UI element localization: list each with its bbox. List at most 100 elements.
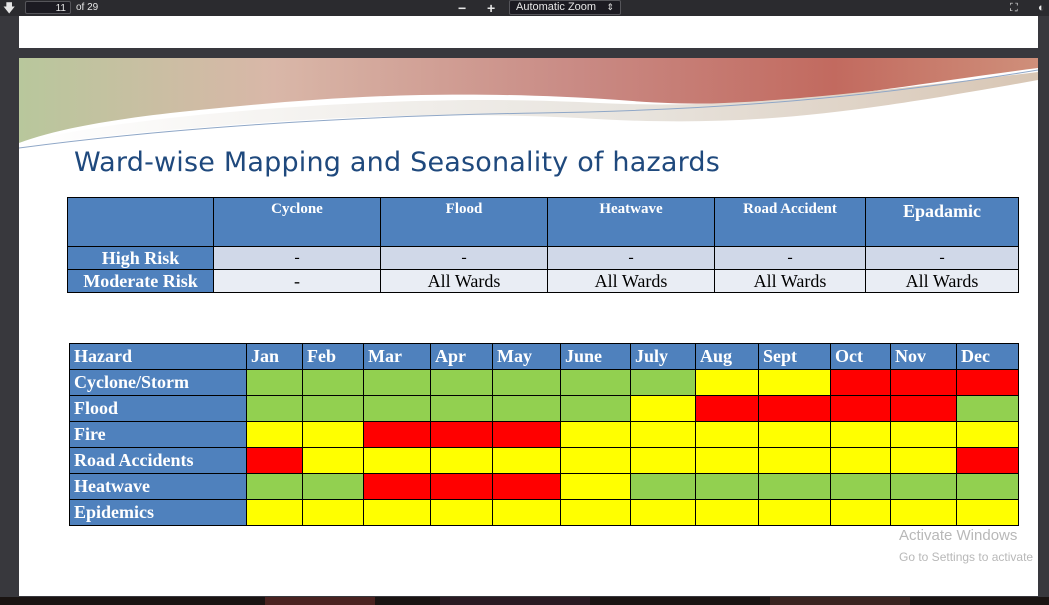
- season-cell: [830, 395, 891, 422]
- season-cell: [630, 395, 696, 422]
- season-cell: [430, 421, 493, 448]
- season-cell: [758, 499, 831, 526]
- seasonality-table: Hazard Jan Feb Mar Apr May June July Aug Sept Oct N…: [69, 343, 1019, 526]
- season-cell: [363, 473, 431, 500]
- risk-table-header-row: Cyclone Flood Heatwave Road Accident Epa…: [67, 197, 1019, 247]
- fullscreen-icon[interactable]: ⛶: [1010, 0, 1018, 16]
- pdf-toolbar: 🡇 11 of 29 − + Automatic Zoom ⇕ ⛶ ◐: [0, 0, 1049, 16]
- season-cell: [430, 395, 493, 422]
- season-cell: [695, 499, 759, 526]
- zoom-in-button[interactable]: +: [487, 0, 495, 16]
- risk-cell: -: [213, 246, 381, 270]
- risk-cell: All Wards: [547, 269, 715, 293]
- season-cell: [695, 395, 759, 422]
- season-cell: [758, 421, 831, 448]
- risk-header-cyclone: Cyclone: [213, 197, 381, 247]
- hazard-name: Cyclone/Storm: [69, 369, 247, 396]
- season-cell: [492, 369, 561, 396]
- hazard-name: Flood: [69, 395, 247, 422]
- season-cell: [302, 499, 364, 526]
- season-cell: [430, 369, 493, 396]
- season-cell: [246, 369, 303, 396]
- season-cell: [890, 395, 957, 422]
- seasonality-header-row: Hazard Jan Feb Mar Apr May June July Aug Sept Oct N…: [69, 343, 1019, 370]
- risk-cell: -: [865, 246, 1019, 270]
- season-cell: [492, 395, 561, 422]
- month-header: May: [492, 343, 561, 370]
- risk-header-flood: Flood: [380, 197, 548, 247]
- season-cell: [630, 473, 696, 500]
- season-cell: [695, 447, 759, 474]
- page-number-input[interactable]: 11: [25, 1, 71, 14]
- month-header: Oct: [830, 343, 891, 370]
- season-cell: [492, 473, 561, 500]
- risk-table-row: High Risk - - - - -: [67, 246, 1019, 270]
- season-cell: [758, 395, 831, 422]
- season-cell: [430, 499, 493, 526]
- season-cell: [560, 395, 631, 422]
- page-gap: [19, 48, 1038, 58]
- risk-row-label: Moderate Risk: [67, 269, 214, 293]
- next-page-strip: [0, 597, 1049, 605]
- risk-cell: -: [380, 246, 548, 270]
- season-cell: [560, 473, 631, 500]
- risk-cell: All Wards: [865, 269, 1019, 293]
- season-cell: [560, 369, 631, 396]
- hazard-column-header: Hazard: [69, 343, 247, 370]
- zoom-select-label: Automatic Zoom: [516, 1, 597, 13]
- risk-cell: -: [213, 269, 381, 293]
- zoom-select[interactable]: Automatic Zoom ⇕: [509, 0, 621, 15]
- season-cell: [956, 473, 1019, 500]
- page-total-label: of 29: [76, 2, 99, 13]
- risk-cell: All Wards: [380, 269, 548, 293]
- season-cell: [560, 447, 631, 474]
- season-cell: [758, 369, 831, 396]
- season-cell: [630, 369, 696, 396]
- hazard-name: Fire: [69, 421, 247, 448]
- tools-icon[interactable]: ◐: [1038, 0, 1045, 16]
- season-cell: [630, 421, 696, 448]
- season-cell: [430, 447, 493, 474]
- season-cell: [560, 499, 631, 526]
- season-cell: [956, 447, 1019, 474]
- season-cell: [363, 395, 431, 422]
- month-header: Aug: [695, 343, 759, 370]
- season-cell: [830, 499, 891, 526]
- slide-page: Ward-wise Mapping and Seasonality of haz…: [19, 58, 1038, 596]
- season-cell: [830, 473, 891, 500]
- table-row: Cyclone/Storm: [69, 369, 1019, 396]
- previous-page-strip: [19, 16, 1038, 48]
- season-cell: [890, 369, 957, 396]
- season-cell: [302, 369, 364, 396]
- season-cell: [302, 395, 364, 422]
- season-cell: [363, 421, 431, 448]
- decorative-wave: [19, 58, 1038, 149]
- season-cell: [246, 499, 303, 526]
- month-header: Dec: [956, 343, 1019, 370]
- season-cell: [246, 421, 303, 448]
- season-cell: [492, 447, 561, 474]
- season-cell: [956, 421, 1019, 448]
- download-arrow-icon[interactable]: 🡇: [3, 0, 15, 16]
- activate-windows-title: Activate Windows: [899, 527, 1018, 544]
- chevron-updown-icon: ⇕: [606, 2, 614, 12]
- season-cell: [695, 473, 759, 500]
- season-cell: [560, 421, 631, 448]
- hazard-name: Road Accidents: [69, 447, 247, 474]
- season-cell: [695, 369, 759, 396]
- season-cell: [830, 421, 891, 448]
- season-cell: [890, 499, 957, 526]
- table-row: Epidemics: [69, 499, 1019, 526]
- season-cell: [492, 421, 561, 448]
- hazard-name: Epidemics: [69, 499, 247, 526]
- season-cell: [246, 395, 303, 422]
- risk-header-heatwave: Heatwave: [547, 197, 715, 247]
- season-cell: [758, 473, 831, 500]
- season-cell: [695, 421, 759, 448]
- season-cell: [890, 473, 957, 500]
- month-header: Feb: [302, 343, 364, 370]
- zoom-out-button[interactable]: −: [458, 0, 466, 16]
- hazard-name: Heatwave: [69, 473, 247, 500]
- season-cell: [363, 499, 431, 526]
- month-header: Sept: [758, 343, 831, 370]
